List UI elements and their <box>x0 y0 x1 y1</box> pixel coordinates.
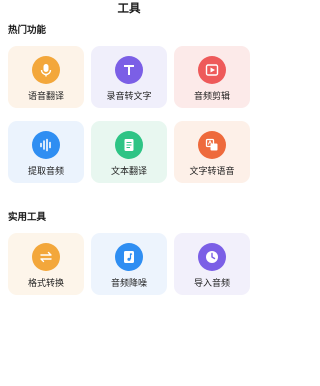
tool-card-audio-denoise[interactable]: 音频降噪 <box>91 233 167 295</box>
document-icon <box>115 131 143 159</box>
tool-card-voice-translate[interactable]: 语音翻译 <box>8 46 84 108</box>
waveform-icon <box>32 131 60 159</box>
tool-card-extract-audio[interactable]: 提取音频 <box>8 121 84 183</box>
tool-card-recording-to-text[interactable]: 录音转文字 <box>91 46 167 108</box>
page-title: 工具 <box>117 1 141 15</box>
tool-card-label: 文本翻译 <box>110 167 147 177</box>
clock-icon <box>198 243 226 271</box>
audio-cut-icon <box>198 56 226 84</box>
tool-card-text-to-speech[interactable]: 文字转语音 <box>174 121 250 183</box>
tool-card-text-translate[interactable]: 文本翻译 <box>91 121 167 183</box>
tool-card-label: 格式转换 <box>27 279 64 289</box>
section-title-practical: 实用工具 <box>8 212 47 223</box>
tool-card-label: 录音转文字 <box>106 92 152 102</box>
tool-card-label: 语音翻译 <box>27 92 64 102</box>
tool-card-label: 导入音频 <box>193 279 230 289</box>
letter-t-icon <box>115 56 143 84</box>
text-to-speech-icon <box>198 131 226 159</box>
tool-card-label: 音频降噪 <box>110 279 147 289</box>
tool-card-label: 文字转语音 <box>189 167 235 177</box>
tool-card-import-audio[interactable]: 导入音频 <box>174 233 250 295</box>
swap-arrows-icon <box>32 243 60 271</box>
tool-card-label: 音频剪辑 <box>193 92 230 102</box>
tool-card-label: 提取音频 <box>27 167 64 177</box>
tool-card-format-convert[interactable]: 格式转换 <box>8 233 84 295</box>
microphone-icon <box>32 56 60 84</box>
music-file-icon <box>115 243 143 271</box>
tool-card-audio-edit[interactable]: 音频剪辑 <box>174 46 250 108</box>
section-title-hot: 热门功能 <box>8 25 47 36</box>
